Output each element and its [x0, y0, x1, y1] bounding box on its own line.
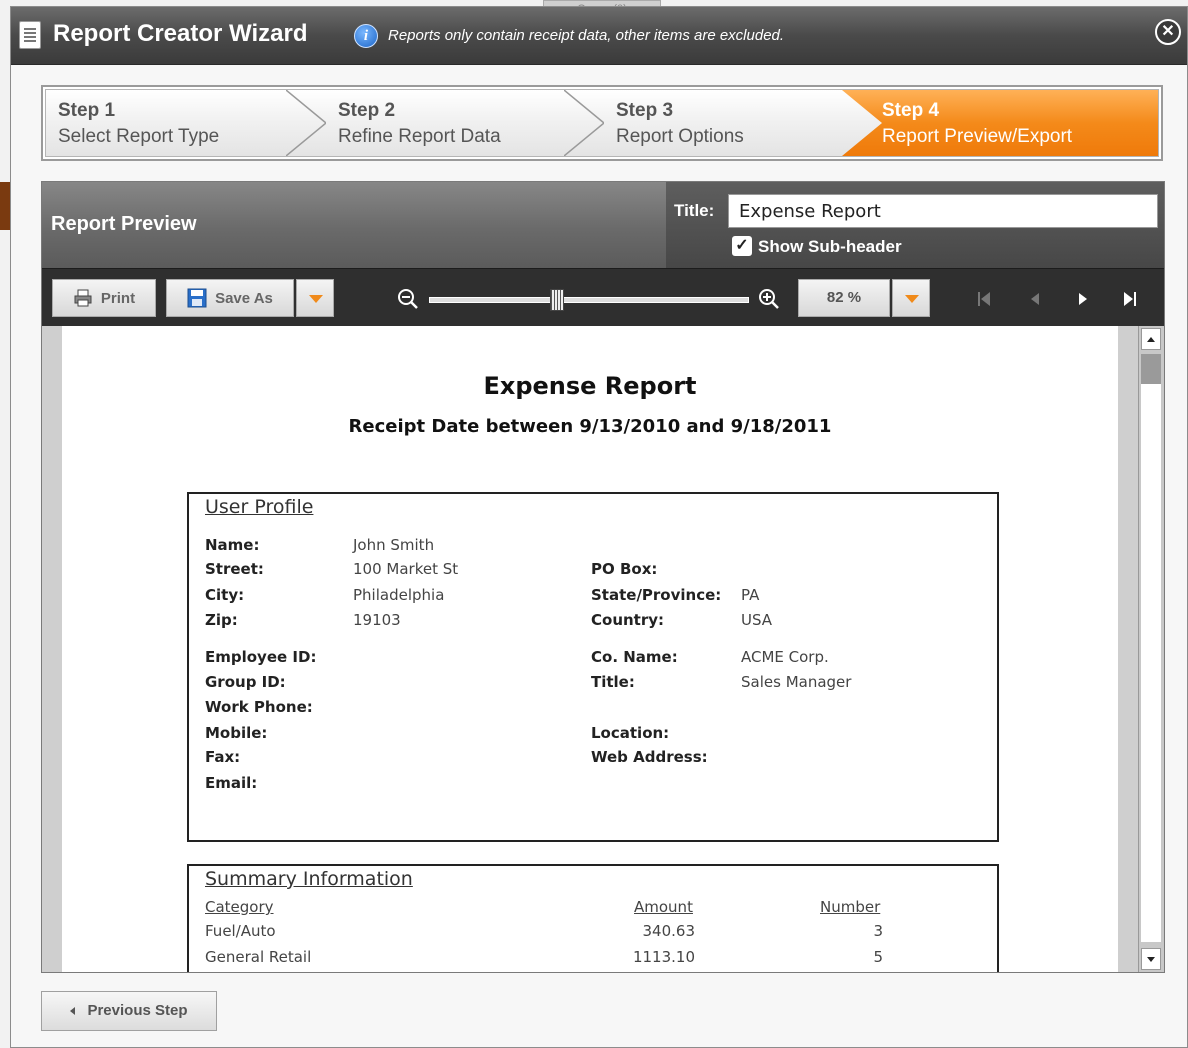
previous-step-label: Previous Step — [87, 1002, 188, 1019]
step-divider — [564, 90, 604, 156]
profile-label: Co. Name: — [591, 648, 678, 666]
column-header-category: Category — [205, 898, 274, 916]
zoom-level-field[interactable]: 82 % — [798, 279, 890, 317]
printer-icon — [74, 289, 92, 307]
profile-value: John Smith — [353, 536, 435, 554]
step-label: Report Options — [616, 126, 744, 147]
dialog-title: Report Creator Wizard — [53, 20, 308, 47]
user-profile-heading: User Profile — [205, 496, 314, 518]
wizard-steps: Step 1 Select Report Type Step 2 Refine … — [41, 85, 1163, 161]
profile-value: 19103 — [353, 611, 401, 629]
title-bar: Report Creator Wizard i Reports only con… — [11, 7, 1187, 65]
preview-toolbar: Print Save As 82 % — [42, 268, 1164, 326]
profile-label: Location: — [591, 724, 670, 742]
next-page-icon[interactable] — [1072, 287, 1094, 311]
step-number: Step 1 — [58, 100, 116, 121]
preview-header: Report Preview Title: Expense Report ✓ S… — [42, 182, 1164, 268]
profile-label: Name: — [205, 536, 260, 554]
scrollbar-track[interactable] — [1141, 354, 1161, 942]
report-preview-panel: Report Preview Title: Expense Report ✓ S… — [41, 181, 1165, 973]
step-label: Select Report Type — [58, 126, 220, 147]
step-label: Report Preview/Export — [882, 126, 1073, 147]
profile-label: Country: — [591, 611, 665, 629]
profile-label: Employee ID: — [205, 648, 317, 666]
document-viewport[interactable]: Expense Report Receipt Date between 9/13… — [42, 326, 1138, 972]
profile-value: Philadelphia — [353, 586, 445, 604]
profile-value: Sales Manager — [741, 673, 852, 691]
step-divider — [286, 90, 326, 156]
scroll-down-arrow-icon[interactable] — [1141, 948, 1161, 970]
scroll-up-arrow-icon[interactable] — [1141, 328, 1161, 350]
profile-label: Mobile: — [205, 724, 268, 742]
row-number: 5 — [873, 948, 883, 966]
previous-step-button[interactable]: Previous Step — [41, 991, 217, 1031]
zoom-dropdown-button[interactable] — [892, 279, 930, 317]
column-header-amount: Amount — [634, 898, 693, 916]
step-number: Step 3 — [616, 100, 674, 121]
show-subheader-checkbox[interactable]: ✓ — [732, 236, 752, 256]
report-title: Expense Report — [483, 372, 697, 400]
zoom-slider-track[interactable] — [429, 297, 749, 303]
previous-page-icon[interactable] — [1024, 287, 1046, 311]
profile-label: Zip: — [205, 611, 238, 629]
profile-label: Web Address: — [591, 748, 708, 766]
print-label: Print — [100, 289, 136, 307]
report-document-icon — [19, 21, 41, 49]
row-category: General Retail — [205, 948, 312, 966]
step-1[interactable]: Step 1 Select Report Type — [46, 90, 324, 156]
profile-label: Work Phone: — [205, 698, 313, 716]
first-page-icon[interactable] — [974, 287, 996, 311]
scrollbar-thumb[interactable] — [1141, 354, 1161, 384]
report-subtitle: Receipt Date between 9/13/2010 and 9/18/… — [348, 416, 832, 437]
report-wizard-dialog: Report Creator Wizard i Reports only con… — [10, 6, 1188, 1048]
zoom-slider-thumb[interactable] — [550, 289, 564, 311]
summary-section: Summary Information Category Amount Numb… — [187, 864, 999, 972]
report-page: Expense Report Receipt Date between 9/13… — [62, 326, 1118, 972]
zoom-out-icon[interactable] — [397, 288, 419, 310]
step-number: Step 4 — [882, 100, 940, 121]
profile-value: USA — [741, 611, 773, 629]
save-as-button[interactable]: Save As — [166, 279, 294, 317]
close-button[interactable]: ✕ — [1155, 19, 1181, 45]
profile-label: Email: — [205, 774, 258, 792]
info-message: Reports only contain receipt data, other… — [388, 27, 785, 44]
background-strip — [0, 182, 10, 230]
row-amount: 340.63 — [642, 922, 696, 940]
step-3[interactable]: Step 3 Report Options — [604, 90, 882, 156]
save-as-label: Save As — [215, 289, 273, 307]
profile-label: Street: — [205, 560, 264, 578]
last-page-icon[interactable] — [1118, 287, 1140, 311]
preview-header-label: Report Preview — [51, 213, 197, 235]
profile-label: Fax: — [205, 748, 241, 766]
save-as-dropdown-button[interactable] — [296, 279, 334, 317]
save-disk-icon — [187, 288, 207, 308]
show-subheader-label[interactable]: Show Sub-header — [758, 237, 902, 257]
print-button[interactable]: Print — [52, 279, 156, 317]
row-number: 3 — [873, 922, 883, 940]
info-icon: i — [354, 24, 378, 48]
title-settings: Title: Expense Report ✓ Show Sub-header — [666, 182, 1164, 268]
profile-value: ACME Corp. — [741, 648, 829, 666]
summary-heading: Summary Information — [205, 868, 413, 890]
profile-label: State/Province: — [591, 586, 722, 604]
profile-label: Title: — [591, 673, 635, 691]
left-arrow-icon — [70, 1007, 76, 1016]
profile-label: City: — [205, 586, 245, 604]
step-2[interactable]: Step 2 Refine Report Data — [326, 90, 604, 156]
title-label: Title: — [674, 201, 715, 220]
step-4[interactable]: Step 4 Report Preview/Export — [842, 90, 1158, 156]
zoom-in-icon[interactable] — [758, 288, 780, 310]
profile-label: Group ID: — [205, 673, 286, 691]
profile-value: 100 Market St — [353, 560, 459, 578]
row-amount: 1113.10 — [632, 948, 695, 966]
user-profile-section: User Profile Name: John Smith Street: 10… — [187, 492, 999, 842]
row-category: Fuel/Auto — [205, 922, 276, 940]
profile-label: PO Box: — [591, 560, 658, 578]
profile-value: PA — [741, 586, 760, 604]
vertical-scrollbar[interactable] — [1138, 326, 1164, 972]
column-header-number: Number — [820, 898, 881, 916]
report-title-input[interactable]: Expense Report — [728, 194, 1158, 228]
